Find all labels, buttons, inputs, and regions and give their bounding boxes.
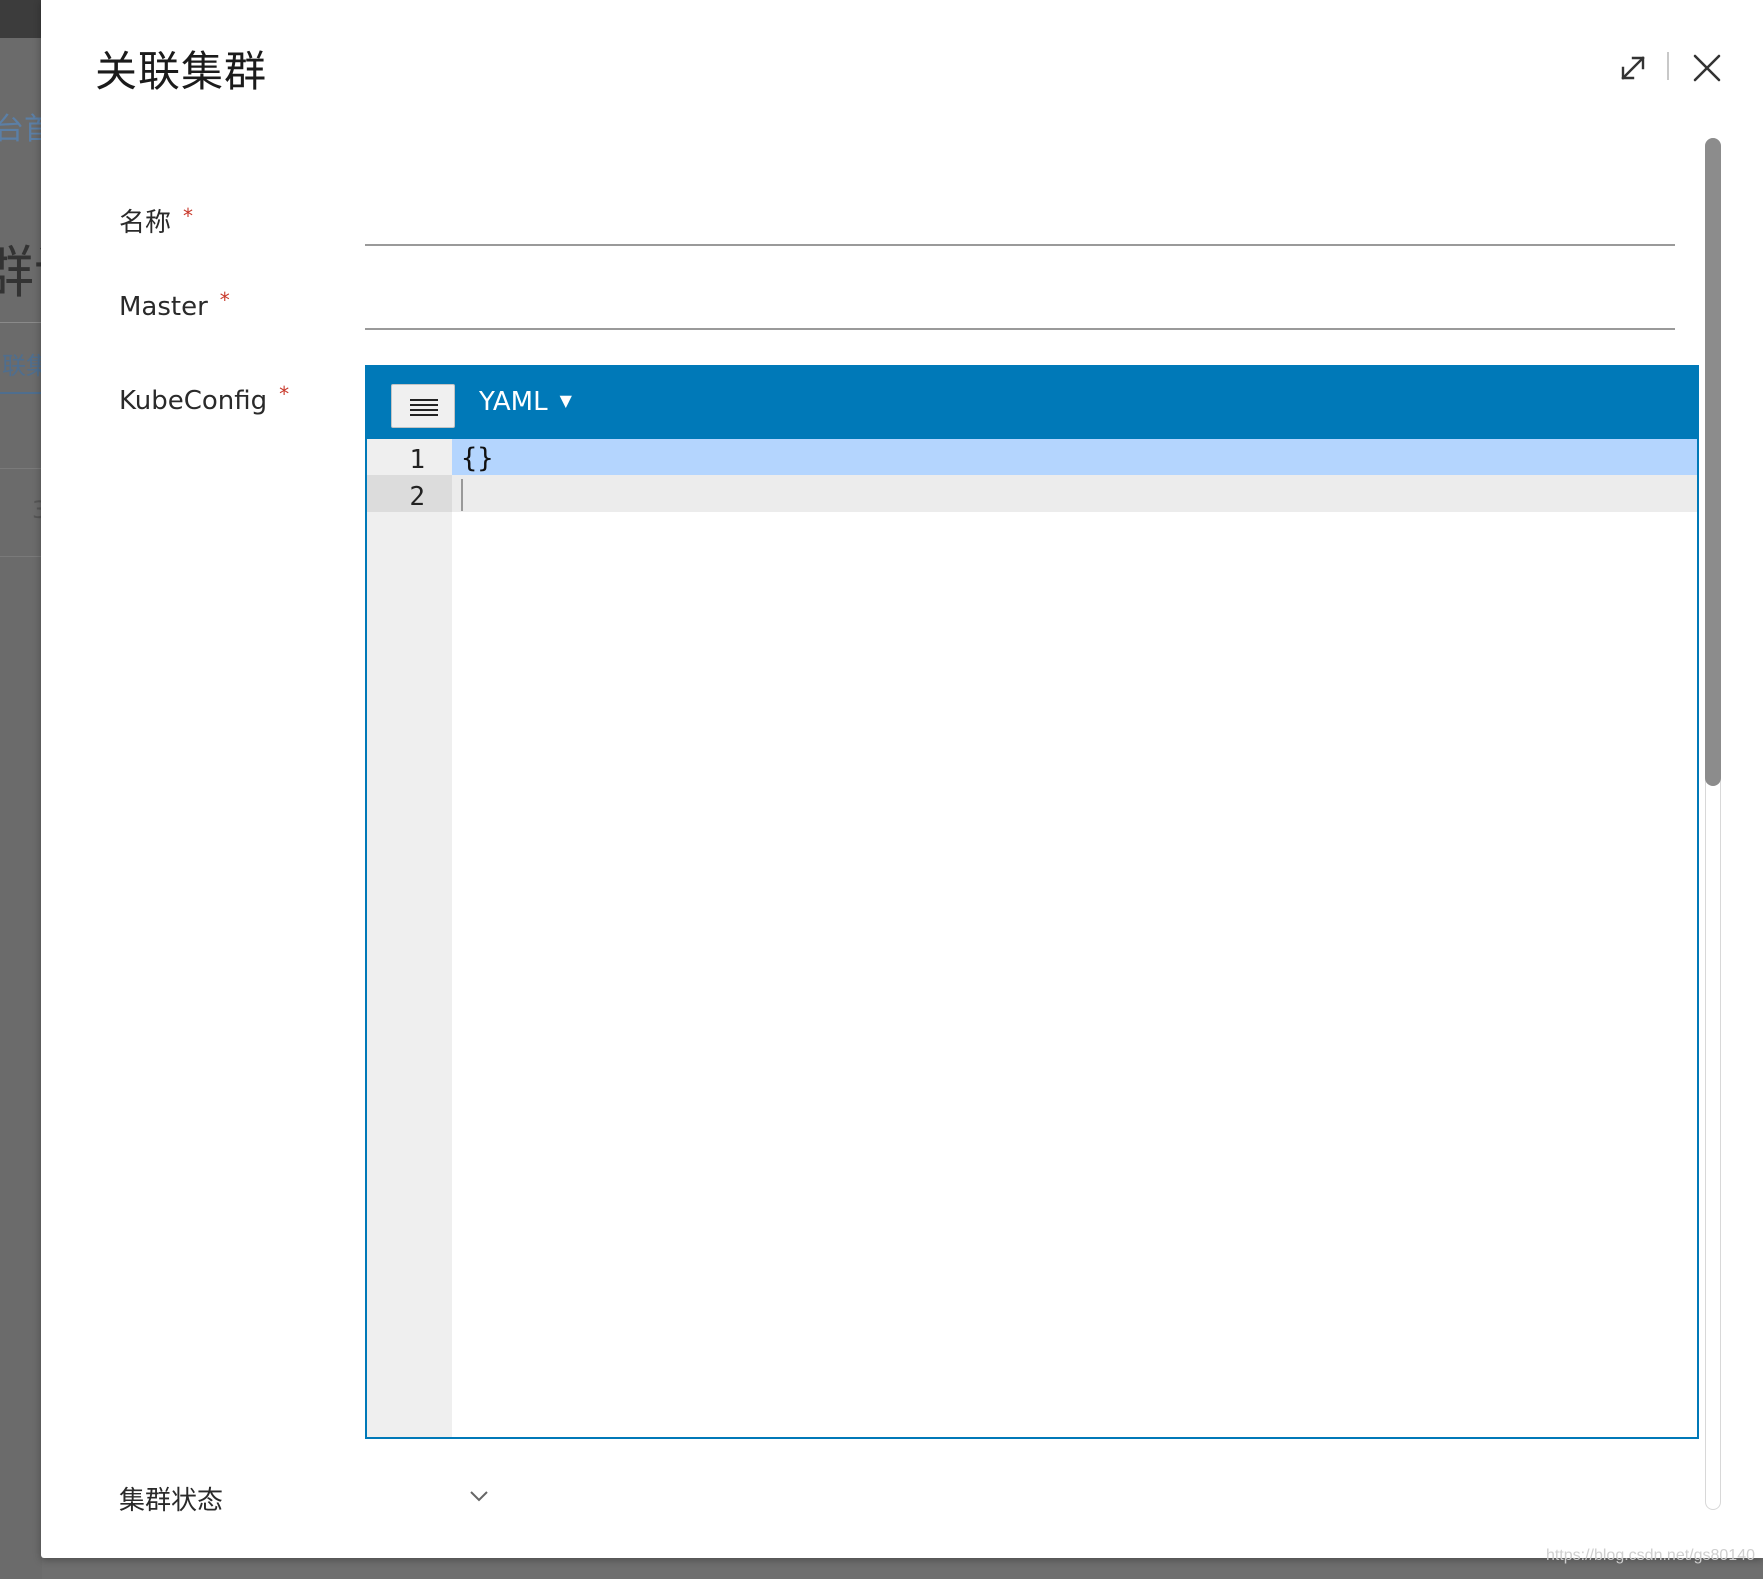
line-number: 2: [409, 482, 425, 512]
background-top-bar: [0, 0, 42, 38]
code-line[interactable]: {}: [461, 443, 494, 474]
text-cursor: [461, 479, 463, 511]
background-tab-underline: [0, 392, 42, 394]
language-dropdown[interactable]: YAML ▼: [479, 387, 572, 417]
master-label-text: Master: [119, 292, 208, 322]
name-label-text: 名称: [119, 208, 172, 238]
master-label: Master *: [119, 288, 230, 322]
cluster-status-toggle[interactable]: [465, 1484, 493, 1508]
selected-line-highlight: [452, 439, 1697, 475]
modal-scrollbar-thumb[interactable]: [1705, 138, 1721, 786]
required-asterisk: *: [219, 288, 230, 312]
kubeconfig-label-text: KubeConfig: [119, 386, 268, 416]
close-icon: [1693, 54, 1721, 82]
expand-arrows-icon: [1621, 56, 1645, 80]
expand-button[interactable]: [1613, 48, 1653, 88]
associate-cluster-modal: 关联集群 名称 * Master * KubeConfig * YAML ▼ 1…: [41, 0, 1763, 1558]
editor-toolbar: YAML ▼: [367, 367, 1697, 439]
background-breadcrumb: 台首: [0, 112, 42, 147]
modal-title: 关联集群: [95, 47, 268, 96]
cluster-status-label: 集群状态: [119, 1486, 224, 1516]
background-title: 群详: [0, 241, 42, 306]
background-page: 台首 群详 联集 3: [0, 0, 42, 1579]
editor-menu-button[interactable]: [391, 384, 455, 428]
name-input[interactable]: [365, 200, 1675, 246]
editor-gutter: [367, 439, 452, 1437]
background-table-row-line: [0, 556, 42, 557]
background-tab: 联集: [2, 352, 42, 380]
header-separator: [1667, 52, 1669, 80]
master-input[interactable]: [365, 284, 1675, 330]
caret-down-icon: ▼: [559, 391, 572, 410]
active-line-highlight: [452, 475, 1697, 512]
required-asterisk: *: [183, 204, 194, 228]
kubeconfig-code-editor[interactable]: YAML ▼ 1 2 {}: [365, 365, 1699, 1439]
background-divider: [0, 322, 42, 323]
kubeconfig-label: KubeConfig *: [119, 382, 289, 416]
required-asterisk: *: [279, 382, 290, 406]
language-label: YAML: [479, 387, 548, 417]
close-button[interactable]: [1687, 48, 1727, 88]
watermark-text: https://blog.csdn.net/gs80140: [1545, 1547, 1755, 1564]
background-table-row-line: [0, 468, 42, 469]
line-number: 1: [409, 445, 425, 475]
chevron-down-icon: [470, 1491, 488, 1502]
name-label: 名称 *: [119, 202, 193, 239]
